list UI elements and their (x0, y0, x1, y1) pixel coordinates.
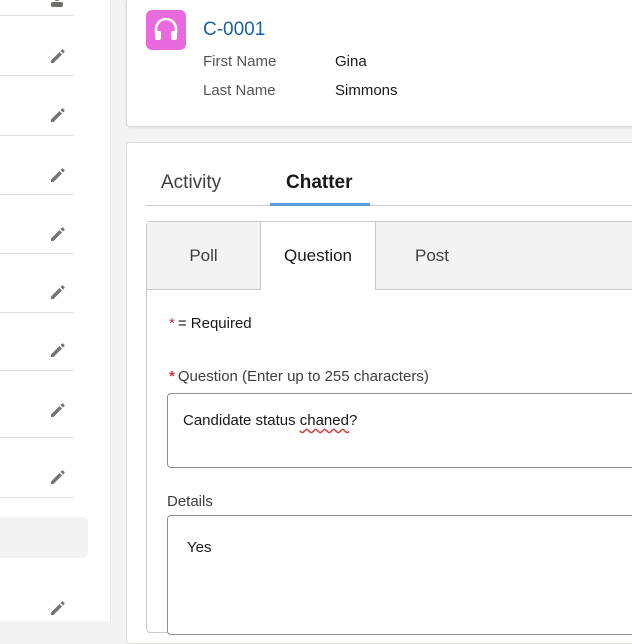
details-input[interactable] (167, 515, 632, 635)
question-text-part: Candidate status (183, 412, 300, 429)
details-input-value[interactable]: Yes (187, 539, 211, 556)
list-divider (0, 194, 74, 195)
list-divider (0, 312, 74, 313)
details-label: Details (167, 493, 213, 510)
list-divider (0, 135, 74, 136)
question-input-value[interactable]: Candidate status chaned? (183, 412, 357, 429)
pencil-icon[interactable] (48, 340, 68, 360)
pencil-icon[interactable] (48, 165, 68, 185)
active-tab-indicator (270, 203, 370, 206)
list-divider (0, 15, 74, 16)
last-name-value: Simmons (335, 82, 398, 99)
pencil-icon[interactable] (48, 224, 68, 244)
pencil-icon[interactable] (48, 467, 68, 487)
list-divider (0, 437, 74, 438)
publisher-tab-post[interactable]: Post (375, 222, 489, 289)
tab-activity[interactable]: Activity (161, 172, 221, 194)
required-asterisk: * (169, 368, 175, 385)
pencil-icon[interactable] (48, 105, 68, 125)
list-divider (0, 497, 74, 498)
question-label: * Question (Enter up to 255 characters) (169, 368, 429, 385)
question-label-text: Question (Enter up to 255 characters) (177, 368, 429, 385)
required-note: * = Required (169, 315, 252, 332)
record-header-card (126, 0, 632, 127)
question-text-part: ? (348, 412, 358, 429)
tab-chatter[interactable]: Chatter (286, 172, 353, 194)
last-name-label: Last Name (203, 82, 276, 99)
pencil-icon[interactable] (48, 282, 68, 302)
left-column (0, 0, 111, 621)
person-icon (50, 0, 64, 7)
pencil-icon[interactable] (48, 598, 68, 618)
required-note-text: = Required (177, 315, 252, 332)
record-title[interactable]: C-0001 (203, 19, 265, 41)
publisher-tab-question[interactable]: Question (260, 222, 376, 290)
headset-icon (146, 10, 186, 50)
first-name-label: First Name (203, 53, 277, 70)
selected-list-item[interactable] (0, 517, 88, 558)
tabs-divider (146, 205, 632, 206)
pencil-icon[interactable] (48, 400, 68, 420)
publisher-tab-poll[interactable]: Poll (147, 222, 261, 289)
list-divider (0, 75, 74, 76)
question-input[interactable] (167, 393, 632, 468)
list-divider (0, 253, 74, 254)
pencil-icon[interactable] (48, 46, 68, 66)
first-name-value: Gina (335, 53, 367, 70)
required-asterisk: * (169, 315, 175, 332)
misspelled-word: chaned (299, 412, 349, 429)
list-divider (0, 370, 74, 371)
